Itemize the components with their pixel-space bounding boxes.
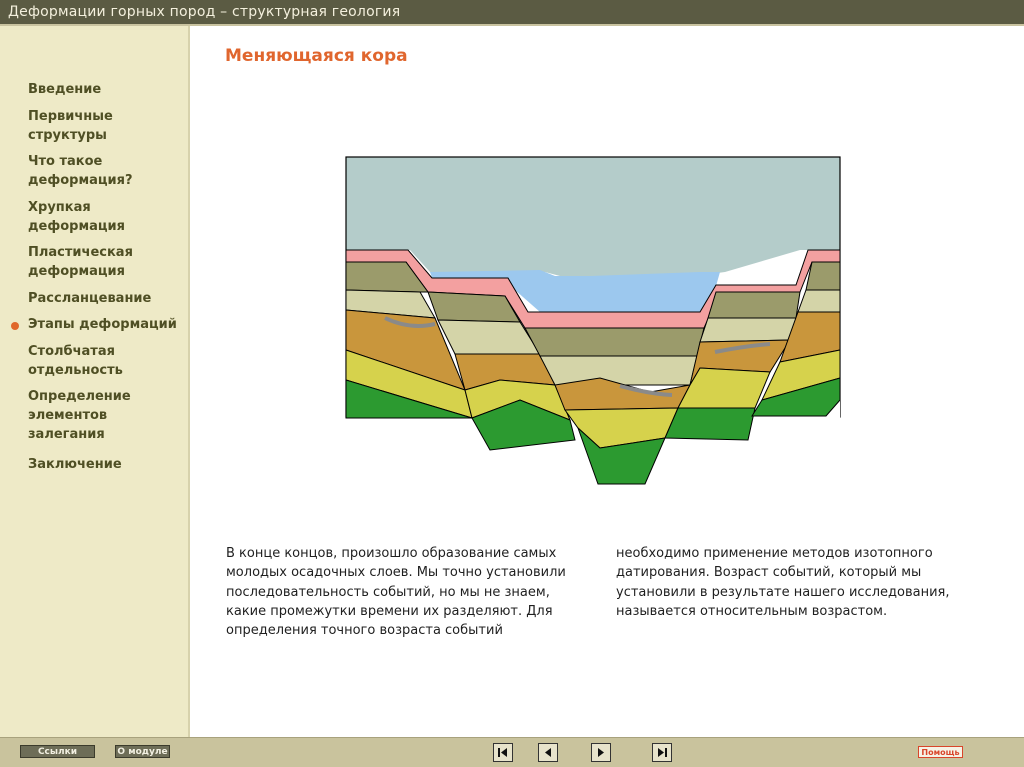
title-bar: Деформации горных пород – структурная ге… [0, 0, 1024, 26]
bottom-toolbar: Ссылки О модуле Помощь [0, 737, 1024, 767]
sidebar-item-plastic[interactable]: Пластическая деформация [28, 243, 188, 281]
sidebar-item-primary[interactable]: Первичные структуры [28, 107, 188, 145]
page-title: Меняющаяся кора [225, 46, 408, 66]
sidebar-item-columnar[interactable]: Столбчатая отдельность [28, 342, 188, 380]
next-page-button[interactable] [591, 743, 611, 762]
sidebar-item-brittle[interactable]: Хрупкая деформация [28, 198, 188, 236]
body-text-left: В конце концов, произошло образование са… [226, 546, 566, 639]
geology-cross-section-illustration [345, 156, 841, 485]
help-button[interactable]: Помощь [918, 746, 963, 758]
about-button[interactable]: О модуле [115, 745, 170, 758]
arrow-left-icon [545, 748, 551, 757]
sidebar-item-cleavage[interactable]: Рассланцевание [28, 289, 188, 308]
last-page-button[interactable] [652, 743, 672, 762]
skip-back-icon [498, 748, 507, 757]
active-bullet-icon [11, 322, 19, 330]
sidebar-item-intro[interactable]: Введение [28, 80, 188, 99]
sidebar-item-attitude[interactable]: Определение элементов залегания [28, 387, 188, 444]
sidebar-item-stages[interactable]: Этапы деформаций [28, 315, 188, 334]
skip-forward-icon [658, 748, 667, 757]
body-text-right: необходимо применение методов изотопного… [616, 546, 950, 619]
previous-page-button[interactable] [538, 743, 558, 762]
arrow-right-icon [598, 748, 604, 757]
first-page-button[interactable] [493, 743, 513, 762]
window-title: Деформации горных пород – структурная ге… [8, 4, 401, 20]
sidebar-item-conclusion[interactable]: Заключение [28, 455, 188, 474]
links-button[interactable]: Ссылки [20, 745, 95, 758]
sidebar-item-deformation[interactable]: Что такое деформация? [28, 152, 188, 190]
